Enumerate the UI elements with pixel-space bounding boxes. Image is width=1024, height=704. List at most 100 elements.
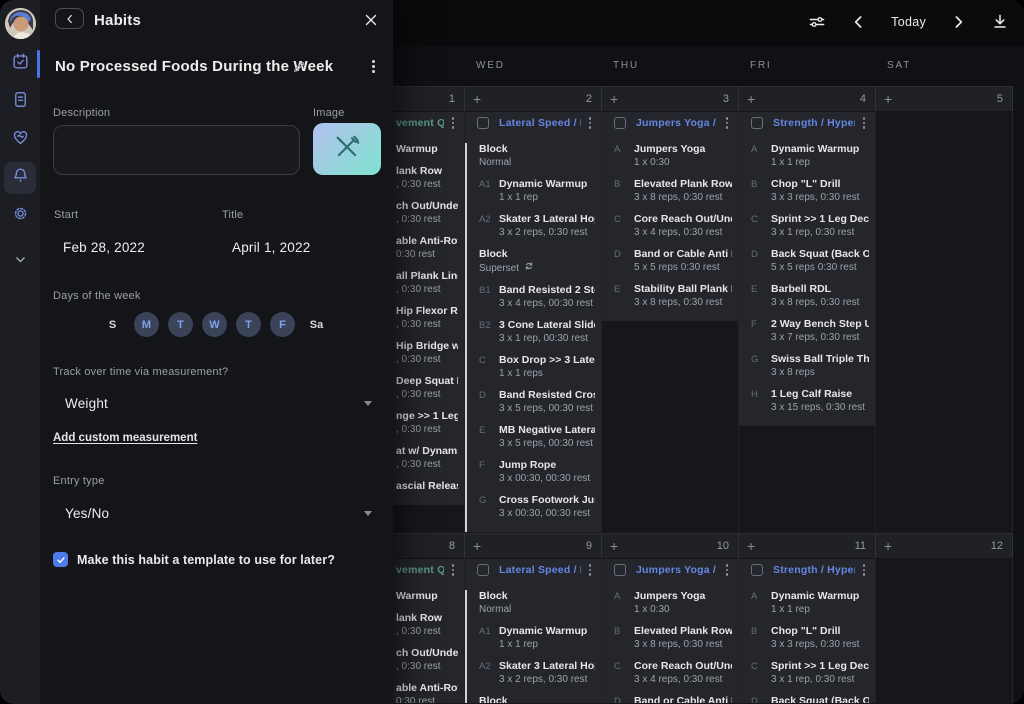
exercise-row[interactable]: FJump Rope3 x 00:30, 00:30 rest (479, 459, 595, 485)
card-title-text[interactable]: Jumpers Yoga / Core (636, 564, 718, 576)
card-title-text[interactable]: Jumpers Yoga / Core (636, 117, 718, 129)
exercise-row[interactable]: able Anti-Rotati...0:30 rest (396, 682, 458, 703)
exercise-row[interactable]: GCross Footwork Jump Rope3 x 00:30, 00:3… (479, 494, 595, 520)
exercise-row[interactable]: Warmup (396, 143, 458, 156)
workout-card[interactable]: vement Q...Warmuplank Row, 0:30 restch O… (393, 559, 464, 703)
day-chip-t[interactable]: T (236, 312, 261, 337)
workout-card[interactable]: Strength / Hypertro... ADynamic Warmup1 x… (739, 112, 875, 426)
exercise-row[interactable]: H1 Leg Calf Raise3 x 15 reps, 0:30 rest (751, 388, 869, 414)
card-menu-icon[interactable] (450, 115, 456, 130)
add-event-button[interactable]: + (884, 539, 892, 553)
day-chip-t[interactable]: T (168, 312, 193, 337)
card-title-text[interactable]: Lateral Speed / Plyo (499, 564, 581, 576)
exercise-row[interactable]: ascial Release C... (396, 480, 458, 493)
exercise-row[interactable]: EStability Ball Plank Linear ...3 x 8 re… (614, 283, 732, 309)
edit-pencil-icon[interactable] (292, 59, 307, 74)
sidebar-item-notifications[interactable] (4, 162, 36, 194)
next-week-icon[interactable] (948, 12, 968, 32)
exercise-row[interactable]: CSprint >> 1 Leg Declarations3 x 1 rep, … (751, 213, 869, 239)
close-icon[interactable] (362, 11, 380, 29)
exercise-row[interactable]: BChop "L" Drill3 x 3 reps, 0:30 rest (751, 178, 869, 204)
template-checkbox[interactable] (53, 552, 68, 567)
sidebar-item-more[interactable] (4, 246, 36, 278)
exercise-row[interactable]: nge >> 1 Leg St..., 0:30 rest (396, 410, 458, 436)
card-menu-icon[interactable] (587, 562, 593, 577)
day-chip-sa[interactable]: Sa (304, 312, 329, 337)
workout-card[interactable]: Strength / Hypertro...ADynamic Warmup1 x… (739, 559, 875, 703)
exercise-row[interactable]: DBand or Cable Anti Rotati...5 x 5 reps … (614, 248, 732, 274)
exercise-row[interactable]: AJumpers Yoga1 x 0:30 (614, 590, 732, 616)
card-checkbox[interactable] (751, 564, 763, 576)
card-title-text[interactable]: vement Q... (396, 564, 444, 576)
card-menu-icon[interactable] (450, 562, 456, 577)
card-menu-icon[interactable] (587, 115, 593, 130)
start-date-value[interactable]: Feb 28, 2022 (63, 240, 145, 255)
add-event-button[interactable]: + (473, 92, 481, 106)
measurement-caret-icon[interactable] (364, 401, 372, 406)
card-checkbox[interactable] (614, 564, 626, 576)
exercise-row[interactable]: ADynamic Warmup1 x 1 rep (751, 590, 869, 616)
card-title-text[interactable]: vement Q... (396, 117, 444, 129)
workout-card[interactable]: vement Q... Warmup lank Row, 0:30 rest ch O… (393, 112, 464, 505)
habit-image-thumbnail[interactable] (313, 123, 381, 175)
exercise-row[interactable]: EMB Negative Lateral Hop...3 x 5 reps, 0… (479, 424, 595, 450)
exercise-row[interactable]: DBack Squat (Back Off Set)5 x 5 reps 0:3… (751, 248, 869, 274)
exercise-row[interactable]: GSwiss Ball Triple Threat3 x 8 reps (751, 353, 869, 379)
exercise-row[interactable]: lank Row, 0:30 rest (396, 165, 458, 191)
measurement-select-value[interactable]: Weight (65, 396, 108, 411)
exercise-row[interactable]: ADynamic Warmup1 x 1 rep (751, 143, 869, 169)
add-event-button[interactable]: + (747, 539, 755, 553)
day-chip-w[interactable]: W (202, 312, 227, 337)
card-checkbox[interactable] (477, 564, 489, 576)
exercise-row[interactable]: CBox Drop >> 3 Lateral H...1 x 1 reps (479, 354, 595, 380)
add-custom-measurement-link[interactable]: Add custom measurement (53, 432, 197, 444)
entry-type-caret-icon[interactable] (364, 511, 372, 516)
add-event-button[interactable]: + (473, 539, 481, 553)
exercise-row[interactable]: A2Skater 3 Lateral Hops >> ...3 x 2 reps… (479, 213, 595, 239)
exercise-row[interactable]: lank Row, 0:30 rest (396, 612, 458, 638)
workout-card[interactable]: Lateral Speed / PlyoBlockNormalA1Dynamic… (465, 112, 601, 532)
exercise-row[interactable]: A1Dynamic Warmup1 x 1 rep (479, 625, 595, 651)
card-title-text[interactable]: Strength / Hypertro... (773, 117, 855, 129)
card-menu-icon[interactable] (861, 115, 867, 130)
day-chip-m[interactable]: M (134, 312, 159, 337)
filter-icon[interactable] (807, 12, 827, 32)
exercise-row[interactable]: AJumpers Yoga1 x 0:30 (614, 143, 732, 169)
prev-week-icon[interactable] (849, 12, 869, 32)
exercise-row[interactable]: B1Band Resisted 2 Step Late...3 x 4 reps… (479, 284, 595, 310)
exercise-row[interactable]: Hip Flexor Rais..., 0:30 rest (396, 305, 458, 331)
exercise-row[interactable]: BElevated Plank Row3 x 8 reps, 0:30 rest (614, 625, 732, 651)
user-avatar[interactable] (5, 8, 36, 39)
exercise-row[interactable]: Deep Squat Mo..., 0:30 rest (396, 375, 458, 401)
exercise-row[interactable]: A1Dynamic Warmup1 x 1 rep (479, 178, 595, 204)
exercise-row[interactable]: Hip Bridge w/ ..., 0:30 rest (396, 340, 458, 366)
exercise-row[interactable]: DBack Squat (Back Off Set)5 x 5 reps 0:3… (751, 695, 869, 703)
exercise-row[interactable]: A2Skater 3 Lateral Hops >> ...3 x 2 reps… (479, 660, 595, 686)
today-button[interactable]: Today (891, 15, 926, 29)
exercise-row[interactable]: BElevated Plank Row3 x 8 reps, 0:30 rest (614, 178, 732, 204)
exercise-row[interactable]: EBarbell RDL3 x 8 reps, 0:30 rest (751, 283, 869, 309)
exercise-row[interactable]: all Plank Linear ..., 0:30 rest (396, 270, 458, 296)
add-event-button[interactable]: + (884, 92, 892, 106)
card-menu-icon[interactable] (724, 115, 730, 130)
exercise-row[interactable]: CSprint >> 1 Leg Declarations3 x 1 rep, … (751, 660, 869, 686)
add-event-button[interactable]: + (610, 539, 618, 553)
exercise-row[interactable]: CCore Reach Out/Under3 x 4 reps, 0:30 re… (614, 660, 732, 686)
back-button[interactable] (55, 8, 84, 29)
exercise-row[interactable]: DBand or Cable Anti Rotati...5 x 5 reps … (614, 695, 732, 703)
sidebar-item-health[interactable] (4, 124, 36, 156)
exercise-row[interactable]: at w/ Dynamic P..., 0:30 rest (396, 445, 458, 471)
card-checkbox[interactable] (751, 117, 763, 129)
download-icon[interactable] (990, 12, 1010, 32)
entry-type-select-value[interactable]: Yes/No (65, 506, 109, 521)
exercise-row[interactable]: able Anti-Rotati...0:30 rest (396, 235, 458, 261)
card-checkbox[interactable] (614, 117, 626, 129)
exercise-row[interactable]: B23 Cone Lateral Slide3 x 1 rep, 00:30 r… (479, 319, 595, 345)
exercise-row[interactable]: Warmup (396, 590, 458, 603)
exercise-row[interactable]: BChop "L" Drill3 x 3 reps, 0:30 rest (751, 625, 869, 651)
exercise-row[interactable]: ch Out/Under, 0:30 rest (396, 200, 458, 226)
workout-card[interactable]: Jumpers Yoga / Core AJumpers Yoga1 x 0:30… (602, 559, 738, 703)
exercise-row[interactable]: F2 Way Bench Step Up3 x 7 reps, 0:30 res… (751, 318, 869, 344)
card-menu-icon[interactable] (861, 562, 867, 577)
day-chip-f[interactable]: F (270, 312, 295, 337)
